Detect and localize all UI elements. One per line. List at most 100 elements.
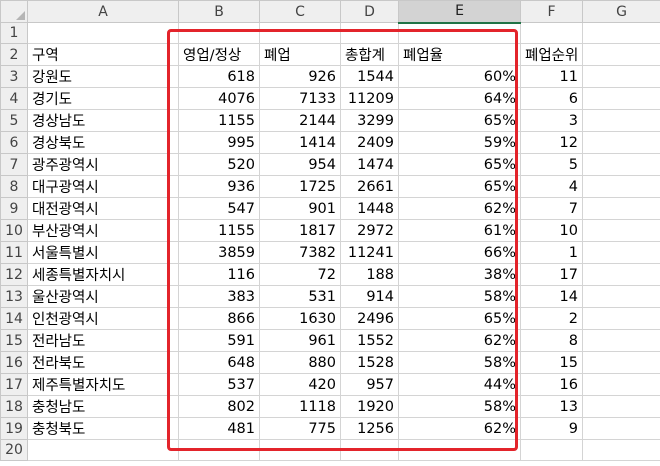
- cell[interactable]: [340, 439, 399, 461]
- closed-count-cell[interactable]: 901: [259, 197, 341, 220]
- open-count-cell[interactable]: 618: [178, 65, 260, 88]
- closure-rank-cell[interactable]: 16: [520, 373, 583, 396]
- row-header[interactable]: 12: [0, 263, 28, 286]
- column-header-f[interactable]: F: [520, 0, 583, 23]
- total-count-cell[interactable]: 2972: [340, 219, 399, 242]
- closure-rate-cell[interactable]: 58%: [398, 351, 521, 374]
- closure-rate-cell[interactable]: 61%: [398, 219, 521, 242]
- closed-count-cell[interactable]: 880: [259, 351, 341, 374]
- closure-rate-cell[interactable]: 58%: [398, 285, 521, 308]
- open-count-cell[interactable]: 802: [178, 395, 260, 418]
- closure-rank-cell[interactable]: 12: [520, 131, 583, 154]
- closure-rank-cell[interactable]: 17: [520, 263, 583, 286]
- row-header[interactable]: 13: [0, 285, 28, 308]
- closed-count-cell[interactable]: 926: [259, 65, 341, 88]
- total-count-cell[interactable]: 914: [340, 285, 399, 308]
- total-count-cell[interactable]: 1920: [340, 395, 399, 418]
- total-count-cell[interactable]: 11209: [340, 87, 399, 110]
- open-count-cell[interactable]: 481: [178, 417, 260, 440]
- region-cell[interactable]: 인천광역시: [27, 307, 179, 330]
- closed-count-cell[interactable]: 72: [259, 263, 341, 286]
- open-count-cell[interactable]: 936: [178, 175, 260, 198]
- total-count-cell[interactable]: 2496: [340, 307, 399, 330]
- column-header-a[interactable]: A: [27, 0, 179, 23]
- closure-rate-cell[interactable]: 65%: [398, 175, 521, 198]
- cell[interactable]: [27, 22, 179, 44]
- closed-count-cell[interactable]: 7133: [259, 87, 341, 110]
- row-header[interactable]: 1: [0, 22, 28, 44]
- closed-count-cell[interactable]: 1817: [259, 219, 341, 242]
- cell[interactable]: [582, 87, 660, 110]
- region-cell[interactable]: 부산광역시: [27, 219, 179, 242]
- cell[interactable]: [520, 22, 583, 44]
- closed-count-cell[interactable]: 1630: [259, 307, 341, 330]
- closure-rate-cell[interactable]: 58%: [398, 395, 521, 418]
- open-count-cell[interactable]: 4076: [178, 87, 260, 110]
- cell[interactable]: [178, 439, 260, 461]
- region-cell[interactable]: 경상북도: [27, 131, 179, 154]
- closure-rate-cell[interactable]: 65%: [398, 153, 521, 176]
- closure-rate-cell[interactable]: 62%: [398, 329, 521, 352]
- cell[interactable]: [582, 373, 660, 396]
- total-count-cell[interactable]: 1544: [340, 65, 399, 88]
- cell[interactable]: [398, 22, 521, 44]
- region-cell[interactable]: 충청남도: [27, 395, 179, 418]
- closure-rate-cell[interactable]: 64%: [398, 87, 521, 110]
- column-header-e[interactable]: E: [398, 0, 521, 24]
- header-cell-closure-rank[interactable]: 폐업순위: [520, 43, 583, 66]
- region-cell[interactable]: 대구광역시: [27, 175, 179, 198]
- closure-rank-cell[interactable]: 4: [520, 175, 583, 198]
- region-cell[interactable]: 경기도: [27, 87, 179, 110]
- open-count-cell[interactable]: 537: [178, 373, 260, 396]
- closure-rate-cell[interactable]: 59%: [398, 131, 521, 154]
- closure-rate-cell[interactable]: 65%: [398, 109, 521, 132]
- region-cell[interactable]: 전라북도: [27, 351, 179, 374]
- region-cell[interactable]: 경상남도: [27, 109, 179, 132]
- closure-rate-cell[interactable]: 38%: [398, 263, 521, 286]
- row-header[interactable]: 14: [0, 307, 28, 330]
- header-cell-closure-rate[interactable]: 폐업율: [398, 43, 521, 66]
- total-count-cell[interactable]: 2661: [340, 175, 399, 198]
- total-count-cell[interactable]: 1552: [340, 329, 399, 352]
- cell[interactable]: [582, 285, 660, 308]
- total-count-cell[interactable]: 957: [340, 373, 399, 396]
- region-cell[interactable]: 강원도: [27, 65, 179, 88]
- region-cell[interactable]: 전라남도: [27, 329, 179, 352]
- closed-count-cell[interactable]: 2144: [259, 109, 341, 132]
- cell[interactable]: [582, 439, 660, 461]
- closure-rank-cell[interactable]: 3: [520, 109, 583, 132]
- open-count-cell[interactable]: 520: [178, 153, 260, 176]
- row-header[interactable]: 16: [0, 351, 28, 374]
- closure-rate-cell[interactable]: 66%: [398, 241, 521, 264]
- open-count-cell[interactable]: 591: [178, 329, 260, 352]
- region-cell[interactable]: 세종특별자치시: [27, 263, 179, 286]
- header-cell-region[interactable]: 구역: [27, 43, 179, 66]
- row-header[interactable]: 17: [0, 373, 28, 396]
- open-count-cell[interactable]: 547: [178, 197, 260, 220]
- open-count-cell[interactable]: 116: [178, 263, 260, 286]
- select-all-button[interactable]: [0, 0, 28, 23]
- region-cell[interactable]: 광주광역시: [27, 153, 179, 176]
- total-count-cell[interactable]: 2409: [340, 131, 399, 154]
- closed-count-cell[interactable]: 1414: [259, 131, 341, 154]
- total-count-cell[interactable]: 1528: [340, 351, 399, 374]
- row-header[interactable]: 9: [0, 197, 28, 220]
- region-cell[interactable]: 서울특별시: [27, 241, 179, 264]
- total-count-cell[interactable]: 1474: [340, 153, 399, 176]
- cell[interactable]: [582, 153, 660, 176]
- cell[interactable]: [582, 131, 660, 154]
- closure-rank-cell[interactable]: 9: [520, 417, 583, 440]
- cell[interactable]: [582, 219, 660, 242]
- row-header[interactable]: 19: [0, 417, 28, 440]
- total-count-cell[interactable]: 3299: [340, 109, 399, 132]
- row-header[interactable]: 15: [0, 329, 28, 352]
- closed-count-cell[interactable]: 954: [259, 153, 341, 176]
- closed-count-cell[interactable]: 531: [259, 285, 341, 308]
- cell[interactable]: [582, 263, 660, 286]
- cell[interactable]: [582, 395, 660, 418]
- region-cell[interactable]: 제주특별자치도: [27, 373, 179, 396]
- cell[interactable]: [398, 439, 521, 461]
- closure-rank-cell[interactable]: 7: [520, 197, 583, 220]
- row-header[interactable]: 5: [0, 109, 28, 132]
- closure-rank-cell[interactable]: 6: [520, 87, 583, 110]
